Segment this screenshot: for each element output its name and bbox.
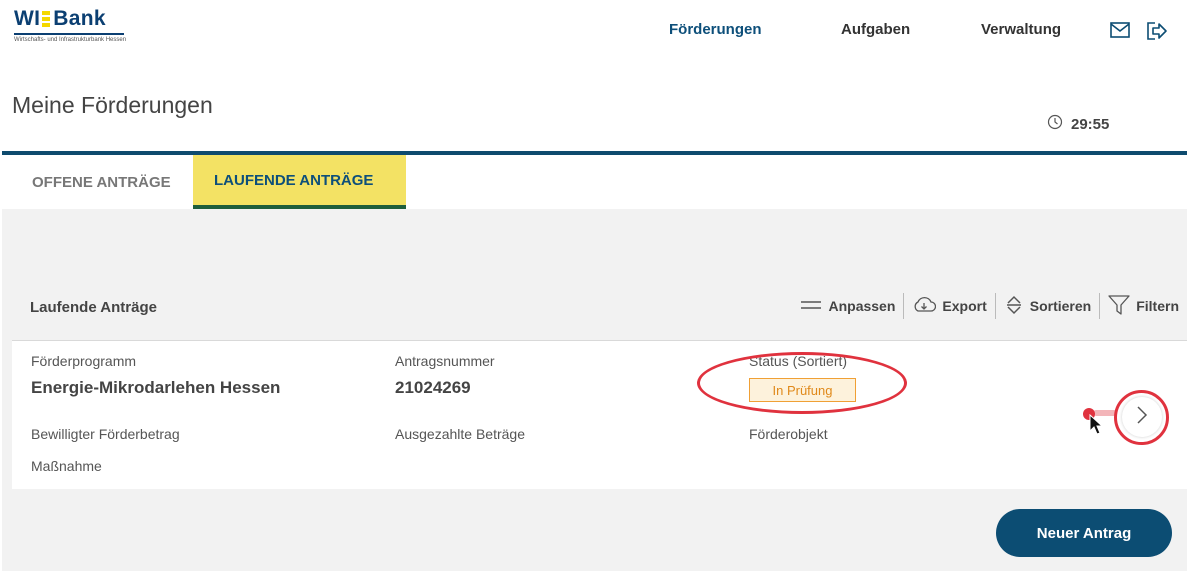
foerderprogramm-value: Energie-Mikrodarlehen Hessen — [31, 378, 281, 397]
filter-icon — [1108, 294, 1130, 319]
anpassen-button[interactable]: Anpassen — [792, 298, 903, 314]
annotation-oval-status — [697, 352, 907, 414]
bewilligter-betrag-label: Bewilligter Förderbetrag — [31, 426, 180, 442]
header-divider — [2, 151, 1187, 155]
nav-aufgaben[interactable]: Aufgaben — [841, 21, 910, 38]
session-timer: 29:55 — [1047, 114, 1109, 135]
equals-icon — [800, 298, 822, 314]
export-label: Export — [942, 298, 987, 314]
sortieren-button[interactable]: Sortieren — [996, 295, 1099, 318]
ausgezahlte-betraege-label: Ausgezahlte Beträge — [395, 426, 525, 442]
mail-icon[interactable] — [1110, 21, 1130, 44]
cloud-download-icon — [912, 295, 937, 318]
filtern-label: Filtern — [1136, 298, 1179, 314]
logo-bars-icon — [42, 11, 51, 27]
logo-subtitle: Wirtschafts- und Infrastrukturbank Hesse… — [14, 37, 127, 43]
card-toolbar: Anpassen Export Sortieren Filtern — [792, 291, 1187, 321]
logout-icon[interactable] — [1146, 21, 1168, 46]
tab-laufende-antraege[interactable]: LAUFENDE ANTRÄGE — [193, 155, 406, 209]
timer-value: 29:55 — [1071, 116, 1110, 133]
wibank-logo[interactable]: WI Bank Wirtschafts- und Infrastrukturba… — [14, 8, 126, 43]
sortieren-label: Sortieren — [1029, 298, 1092, 314]
foerderprogramm-label: Förderprogramm — [31, 353, 137, 369]
page-title: Meine Förderungen — [12, 92, 213, 118]
antragsnummer-value: 21024269 — [395, 378, 471, 397]
clock-icon — [1047, 114, 1063, 135]
sort-icon — [1004, 295, 1024, 318]
logo-text-left: WI — [14, 7, 41, 30]
nav-verwaltung[interactable]: Verwaltung — [981, 21, 1061, 38]
mouse-cursor-icon — [1089, 413, 1104, 441]
antragsnummer-label: Antragsnummer — [395, 353, 495, 369]
logo-text-right: Bank — [53, 7, 106, 30]
nav-foerderungen[interactable]: Förderungen — [669, 21, 762, 38]
card-title: Laufende Anträge — [30, 299, 157, 316]
annotation-ring-arrow — [1114, 390, 1169, 445]
massnahme-label: Maßnahme — [31, 458, 102, 474]
logo-underline — [14, 33, 124, 35]
card-header: Laufende Anträge Anpassen Export Sortier… — [12, 272, 1187, 341]
filtern-button[interactable]: Filtern — [1100, 294, 1187, 319]
anpassen-label: Anpassen — [828, 298, 896, 314]
tab-offene-antraege[interactable]: OFFENE ANTRÄGE — [32, 155, 171, 209]
foerderobjekt-label: Förderobjekt — [749, 426, 828, 442]
export-button[interactable]: Export — [904, 295, 994, 318]
neuer-antrag-button[interactable]: Neuer Antrag — [996, 509, 1172, 557]
